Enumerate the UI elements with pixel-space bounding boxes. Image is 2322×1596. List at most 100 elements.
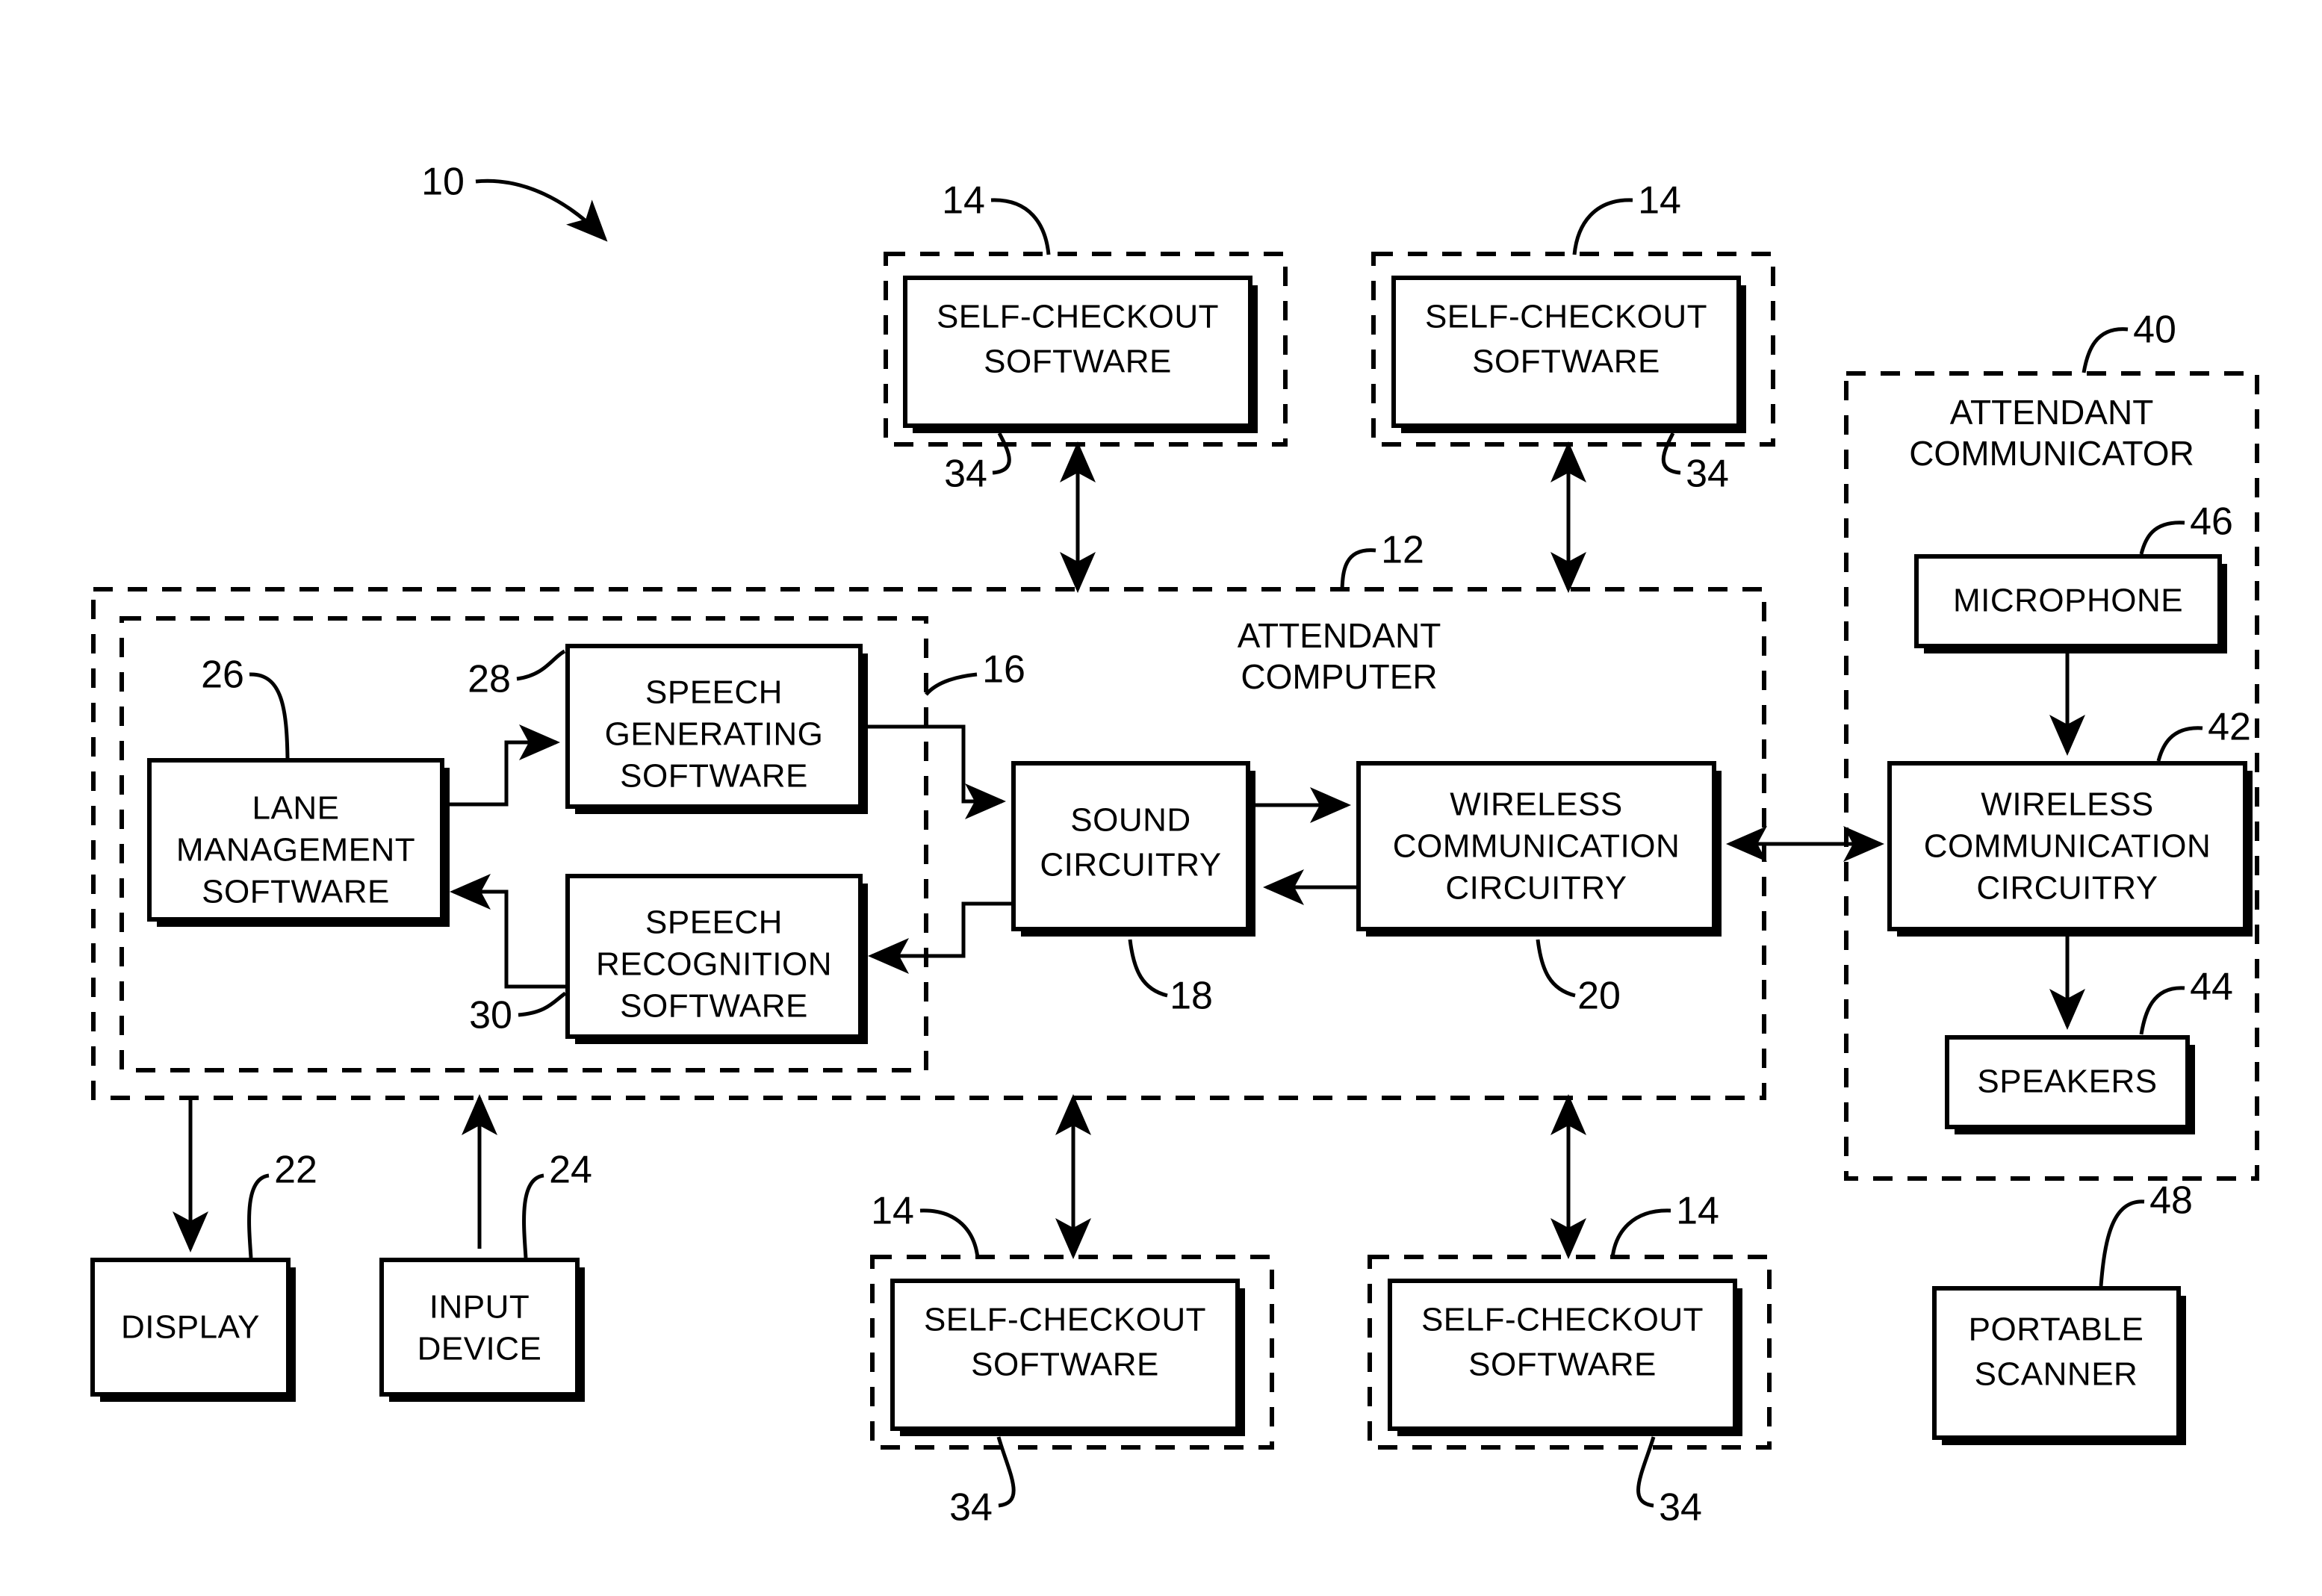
ref-34-bottom-right: 34	[1659, 1486, 1702, 1530]
system-ref-arrow	[475, 178, 608, 242]
ref-26-leader	[249, 672, 290, 760]
sound-circuitry-line1: SOUND	[1070, 802, 1191, 839]
attendant-communicator-title-line1: ATTENDANT	[1950, 393, 2154, 432]
speech-generating-line1: SPEECH	[645, 674, 783, 711]
ref-40: 40	[2133, 308, 2176, 352]
ref-22: 22	[274, 1149, 317, 1192]
arrow-speech-generating-to-sound	[860, 724, 1006, 820]
ref-20-leader	[1536, 939, 1576, 998]
wireless-communication-circuitry-communicator-node: WIRELESS COMMUNICATION CIRCUITRY 42	[1887, 706, 2253, 937]
ref-46: 46	[2190, 500, 2233, 544]
portable-scanner-line2: SCANNER	[1975, 1356, 2138, 1393]
ref-34-top-right: 34	[1686, 453, 1729, 496]
attendant-computer-title-line2: COMPUTER	[1241, 657, 1437, 696]
ref-14-top-left: 14	[942, 179, 985, 223]
attendant-communicator-title-line2: COMMUNICATOR	[1909, 434, 2194, 473]
ref-14-leader	[1572, 198, 1633, 255]
ref-12-leader	[1340, 548, 1376, 590]
input-device-node: INPUT DEVICE 24	[379, 1149, 592, 1402]
ref-10: 10	[421, 161, 465, 204]
self-checkout-label-line1: SELF-CHECKOUT	[1421, 1302, 1704, 1338]
lane-management-line2: MANAGEMENT	[176, 832, 415, 869]
ref-14-top-right: 14	[1638, 179, 1681, 223]
self-checkout-label-line1: SELF-CHECKOUT	[924, 1302, 1206, 1338]
input-device-line1: INPUT	[429, 1289, 530, 1326]
ref-34-leader	[1661, 432, 1681, 475]
ref-34-leader	[992, 432, 1011, 475]
speech-recognition-line3: SOFTWARE	[620, 988, 808, 1025]
ref-30-leader	[518, 991, 567, 1017]
ref-24: 24	[549, 1149, 592, 1192]
speech-recognition-line1: SPEECH	[645, 904, 783, 941]
wireless-comm-comm-line2: COMMUNICATION	[1924, 828, 2211, 865]
ref-26: 26	[201, 653, 244, 697]
ref-34-top-left: 34	[944, 453, 987, 496]
wireless-comm-comm-line3: CIRCUITRY	[1976, 870, 2158, 907]
arrow-lane-to-speech-generating	[442, 724, 560, 807]
display-node: DISPLAY 22	[90, 1149, 317, 1402]
ref-12: 12	[1381, 529, 1424, 572]
ref-14-leader	[990, 198, 1051, 255]
ref-18: 18	[1170, 975, 1213, 1018]
block-diagram: 10 SELF-CHECKOUT SOFTWARE 14 34 SELF-CHE…	[90, 161, 2259, 1530]
ref-48: 48	[2149, 1179, 2193, 1223]
ref-14-leader	[919, 1208, 980, 1258]
lane-management-line1: LANE	[252, 790, 340, 827]
display-label: DISPLAY	[121, 1309, 260, 1346]
ref-20: 20	[1577, 975, 1621, 1018]
wireless-comm-comm-line1: WIRELESS	[1981, 786, 2153, 823]
lane-management-line3: SOFTWARE	[202, 874, 390, 910]
ref-28-leader	[516, 649, 566, 681]
speech-generating-line2: GENERATING	[605, 716, 824, 753]
ref-34-bottom-left: 34	[949, 1486, 993, 1530]
self-checkout-label-line1: SELF-CHECKOUT	[1425, 299, 1707, 335]
ref-34-leader	[996, 1436, 1016, 1508]
self-checkout-terminal-top-left: SELF-CHECKOUT SOFTWARE 14 34	[884, 179, 1288, 496]
speech-recognition-software-node: SPEECH RECOGNITION SOFTWARE 30	[469, 874, 868, 1044]
portable-scanner-line1: PORTABLE	[1969, 1311, 2144, 1348]
self-checkout-label-line2: SOFTWARE	[1472, 344, 1660, 380]
sound-circuitry-line2: CIRCUITRY	[1040, 847, 1221, 884]
ref-16-leader	[925, 672, 978, 696]
wireless-communication-circuitry-computer-node: WIRELESS COMMUNICATION CIRCUITRY 20	[1356, 761, 1722, 1018]
speech-generating-software-node: SPEECH GENERATING SOFTWARE 28	[468, 644, 868, 814]
ref-46-leader	[2139, 521, 2185, 555]
wireless-comm-line2: COMMUNICATION	[1393, 828, 1680, 865]
ref-22-leader	[247, 1173, 270, 1258]
ref-30: 30	[469, 994, 512, 1037]
self-checkout-label-line2: SOFTWARE	[971, 1347, 1159, 1383]
ref-40-leader	[2082, 327, 2129, 373]
sound-circuitry-node: SOUND CIRCUITRY 18	[1011, 761, 1255, 1018]
ref-44-leader	[2139, 986, 2185, 1035]
microphone-label: MICROPHONE	[1953, 583, 2183, 619]
portable-scanner-node: PORTABLE SCANNER 48	[1932, 1179, 2193, 1445]
wireless-comm-line3: CIRCUITRY	[1445, 870, 1627, 907]
microphone-node: MICROPHONE 46	[1914, 500, 2233, 653]
ref-18-leader	[1128, 939, 1168, 998]
ref-28: 28	[468, 658, 511, 701]
patent-figure-canvas: 10 SELF-CHECKOUT SOFTWARE 14 34 SELF-CHE…	[0, 0, 2322, 1596]
lane-management-software-node: LANE MANAGEMENT SOFTWARE 26	[147, 653, 450, 927]
self-checkout-terminal-top-right: SELF-CHECKOUT SOFTWARE 14 34	[1371, 179, 1775, 496]
ref-42: 42	[2208, 706, 2251, 749]
speakers-node: SPEAKERS 44	[1945, 966, 2233, 1134]
arrow-sound-to-speech-recognition	[868, 901, 1013, 974]
ref-24-leader	[522, 1173, 544, 1258]
ref-34-leader	[1636, 1436, 1656, 1508]
ref-44: 44	[2190, 966, 2233, 1009]
ref-14-bottom-right: 14	[1676, 1190, 1719, 1233]
self-checkout-label-line1: SELF-CHECKOUT	[937, 299, 1219, 335]
speakers-label: SPEAKERS	[1977, 1064, 2157, 1100]
self-checkout-label-line2: SOFTWARE	[1468, 1347, 1657, 1383]
self-checkout-label-line2: SOFTWARE	[984, 344, 1172, 380]
ref-16: 16	[982, 648, 1025, 692]
wireless-comm-line1: WIRELESS	[1450, 786, 1622, 823]
speech-generating-line3: SOFTWARE	[620, 758, 808, 795]
input-device-box	[379, 1258, 580, 1397]
arrow-speech-recognition-to-lane	[450, 873, 568, 989]
input-device-line2: DEVICE	[417, 1331, 542, 1367]
ref-14-bottom-left: 14	[871, 1190, 914, 1233]
system-ref-callout: 10	[421, 161, 608, 242]
ref-48-leader	[2099, 1199, 2145, 1287]
ref-42-leader	[2156, 726, 2203, 762]
